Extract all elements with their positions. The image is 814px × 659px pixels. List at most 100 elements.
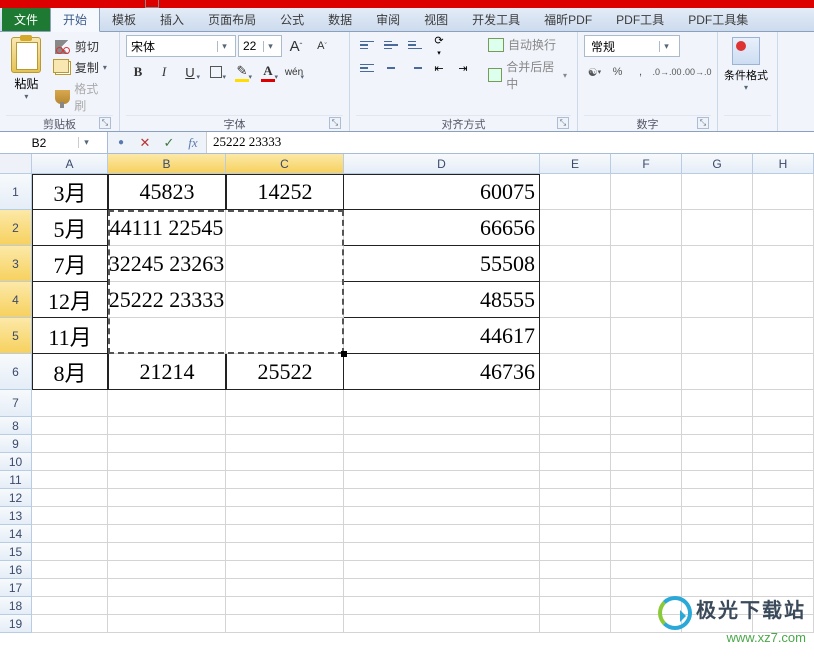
cell-A5[interactable]: 11月: [32, 318, 108, 354]
cell-C7[interactable]: [226, 390, 344, 417]
cell-A3[interactable]: 7月: [32, 246, 108, 282]
row-header-8[interactable]: 8: [0, 417, 32, 435]
cell-G1[interactable]: [682, 174, 753, 210]
col-header-H[interactable]: H: [753, 154, 814, 174]
comma-button[interactable]: ,: [630, 61, 651, 83]
conditional-format-button[interactable]: 条件格式 ▾: [724, 35, 768, 115]
cell-H6[interactable]: [753, 354, 814, 390]
cell-B14[interactable]: [108, 525, 226, 543]
cell-H15[interactable]: [753, 543, 814, 561]
bold-button[interactable]: B: [126, 61, 150, 83]
cell-C5[interactable]: [226, 318, 344, 354]
cell-H12[interactable]: [753, 489, 814, 507]
cell-G6[interactable]: [682, 354, 753, 390]
cell-F15[interactable]: [611, 543, 682, 561]
cell-G3[interactable]: [682, 246, 753, 282]
cell-H1[interactable]: [753, 174, 814, 210]
dialog-launcher-icon[interactable]: ⤡: [329, 117, 341, 129]
cell-B3[interactable]: 32245 23263: [108, 246, 226, 282]
cell-E15[interactable]: [540, 543, 611, 561]
cell-C6[interactable]: 25522: [226, 354, 344, 390]
cell-A15[interactable]: [32, 543, 108, 561]
cell-A10[interactable]: [32, 453, 108, 471]
cell-G11[interactable]: [682, 471, 753, 489]
cell-G9[interactable]: [682, 435, 753, 453]
cell-F2[interactable]: [611, 210, 682, 246]
cell-B13[interactable]: [108, 507, 226, 525]
cell-A1[interactable]: 3月: [32, 174, 108, 210]
align-middle-button[interactable]: [380, 35, 402, 55]
cancel-icon[interactable]: ✕: [136, 135, 154, 151]
align-center-button[interactable]: [380, 58, 402, 78]
tab-9[interactable]: 福昕PDF: [532, 7, 604, 31]
cell-C17[interactable]: [226, 579, 344, 597]
number-format-select[interactable]: 常规▾: [584, 35, 680, 57]
formula-input[interactable]: 25222 23333: [206, 132, 814, 153]
cell-E7[interactable]: [540, 390, 611, 417]
row-header-12[interactable]: 12: [0, 489, 32, 507]
cell-B5[interactable]: [108, 318, 226, 354]
fill-handle[interactable]: [341, 351, 347, 357]
cell-G4[interactable]: [682, 282, 753, 318]
cell-E10[interactable]: [540, 453, 611, 471]
row-header-13[interactable]: 13: [0, 507, 32, 525]
cell-B2[interactable]: 44111 22545: [108, 210, 226, 246]
grow-font-button[interactable]: Aˆ: [284, 35, 308, 57]
cell-H11[interactable]: [753, 471, 814, 489]
tab-4[interactable]: 公式: [268, 7, 316, 31]
row-header-2[interactable]: 2: [0, 210, 32, 246]
chevron-down-icon[interactable]: ▾: [78, 137, 94, 148]
row-header-14[interactable]: 14: [0, 525, 32, 543]
cell-E18[interactable]: [540, 597, 611, 615]
cell-H3[interactable]: [753, 246, 814, 282]
cell-F10[interactable]: [611, 453, 682, 471]
cell-A9[interactable]: [32, 435, 108, 453]
cell-F3[interactable]: [611, 246, 682, 282]
tab-3[interactable]: 页面布局: [196, 7, 268, 31]
cell-G12[interactable]: [682, 489, 753, 507]
cell-E11[interactable]: [540, 471, 611, 489]
cell-F14[interactable]: [611, 525, 682, 543]
cell-G16[interactable]: [682, 561, 753, 579]
cell-D7[interactable]: [344, 390, 540, 417]
cell-A12[interactable]: [32, 489, 108, 507]
cell-E6[interactable]: [540, 354, 611, 390]
cell-D1[interactable]: 60075: [344, 174, 540, 210]
cell-D18[interactable]: [344, 597, 540, 615]
tab-2[interactable]: 插入: [148, 7, 196, 31]
row-header-5[interactable]: 5: [0, 318, 32, 354]
cell-E14[interactable]: [540, 525, 611, 543]
row-header-18[interactable]: 18: [0, 597, 32, 615]
row-header-16[interactable]: 16: [0, 561, 32, 579]
cell-D17[interactable]: [344, 579, 540, 597]
cell-D10[interactable]: [344, 453, 540, 471]
cell-C15[interactable]: [226, 543, 344, 561]
tab-6[interactable]: 审阅: [364, 7, 412, 31]
cell-B10[interactable]: [108, 453, 226, 471]
cell-E13[interactable]: [540, 507, 611, 525]
inc-decimal-button[interactable]: .0→.00: [653, 61, 681, 83]
cell-D14[interactable]: [344, 525, 540, 543]
cell-D16[interactable]: [344, 561, 540, 579]
col-header-C[interactable]: C: [226, 154, 344, 174]
row-header-6[interactable]: 6: [0, 354, 32, 390]
cell-A19[interactable]: [32, 615, 108, 633]
cell-H2[interactable]: [753, 210, 814, 246]
cell-E3[interactable]: [540, 246, 611, 282]
row-header-7[interactable]: 7: [0, 390, 32, 417]
tab-0[interactable]: 开始: [50, 6, 100, 32]
font-name-select[interactable]: 宋体▾: [126, 35, 236, 57]
percent-button[interactable]: %: [607, 61, 628, 83]
cell-D5[interactable]: 44617: [344, 318, 540, 354]
underline-button[interactable]: U▾: [178, 61, 202, 83]
format-painter-button[interactable]: 格式刷: [51, 79, 113, 115]
row-header-17[interactable]: 17: [0, 579, 32, 597]
cell-B6[interactable]: 21214: [108, 354, 226, 390]
indent-inc-button[interactable]: ⇥: [452, 58, 474, 78]
cell-A2[interactable]: 5月: [32, 210, 108, 246]
cell-F5[interactable]: [611, 318, 682, 354]
row-headers[interactable]: 12345678910111213141516171819: [0, 174, 32, 633]
cell-H8[interactable]: [753, 417, 814, 435]
cell-C10[interactable]: [226, 453, 344, 471]
cell-B12[interactable]: [108, 489, 226, 507]
